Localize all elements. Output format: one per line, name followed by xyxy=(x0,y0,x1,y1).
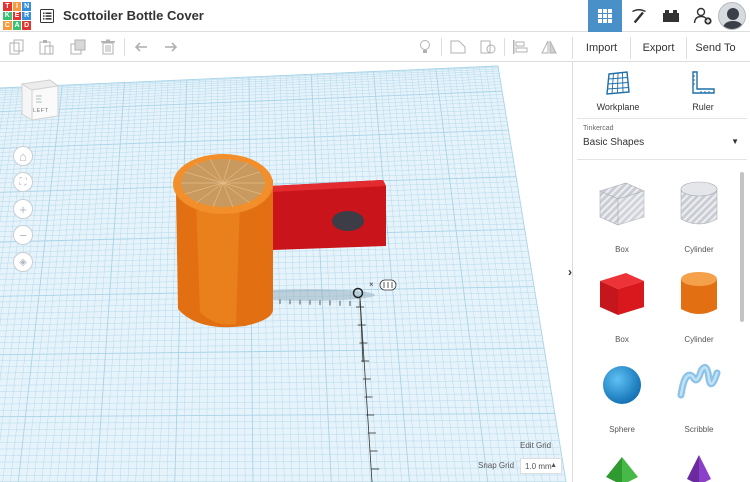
shape-label: Box xyxy=(615,335,629,344)
shape-label: Cylinder xyxy=(684,335,714,344)
workplane-label: Workplane xyxy=(596,102,640,112)
user-avatar[interactable] xyxy=(718,2,746,30)
view-3d-design-button[interactable] xyxy=(588,0,622,32)
roof-icon xyxy=(606,457,638,482)
copy-icon[interactable] xyxy=(9,39,25,55)
library-category: Tinkercad xyxy=(583,125,614,132)
avatar-icon xyxy=(719,3,745,29)
close-x-icon[interactable]: × xyxy=(369,280,374,289)
workplane-icon xyxy=(606,71,630,95)
workplane-grid[interactable]: × xyxy=(0,62,572,482)
perspective-button[interactable]: ◈ xyxy=(13,252,33,272)
top-bar: T I N K E R C A D Scottoiler Bottle Cove… xyxy=(0,0,750,32)
view-cube-icon xyxy=(20,79,60,121)
toolbar-divider xyxy=(504,38,505,56)
shape-cylinder-hole[interactable]: Cylinder xyxy=(659,175,739,261)
add-user-button[interactable] xyxy=(686,0,720,32)
library-name: Basic Shapes xyxy=(583,137,645,148)
shape-label: Cylinder xyxy=(684,245,714,254)
logo-letter: C xyxy=(3,21,12,30)
shape-label: Box xyxy=(615,245,629,254)
add-user-icon xyxy=(693,7,712,25)
fit-icon: ⛶ xyxy=(19,176,27,188)
pickaxe-icon xyxy=(632,9,646,24)
ruler-tool-button[interactable]: Ruler xyxy=(668,70,738,114)
caret-up-icon: ▲ xyxy=(550,462,557,469)
view-blocks-button[interactable] xyxy=(622,0,656,32)
perspective-icon: ◈ xyxy=(19,256,27,268)
lightbulb-icon[interactable] xyxy=(417,39,433,55)
snap-grid-value: 1.0 mm xyxy=(525,461,552,471)
view-cube-label: LEFT xyxy=(33,108,49,114)
mirror-icon[interactable] xyxy=(541,39,557,55)
workplane-viewport[interactable]: × LEFT ⌂ ⛶ + − ◈ Edit Grid Snap Grid 1.0… xyxy=(0,62,572,482)
zoom-in-button[interactable]: + xyxy=(13,199,33,219)
undo-icon[interactable] xyxy=(134,39,150,55)
shape-cylinder[interactable]: Cylinder xyxy=(659,265,739,351)
view-cube[interactable]: LEFT xyxy=(20,78,60,122)
hole-outline-icon[interactable] xyxy=(480,39,496,55)
shape-library-select[interactable]: Tinkercad Basic Shapes ▼ xyxy=(577,118,747,160)
document-title[interactable]: Scottoiler Bottle Cover xyxy=(63,8,204,23)
snap-grid-label: Snap Grid xyxy=(478,461,515,470)
shape-roof[interactable] xyxy=(582,445,662,482)
shape-cone[interactable] xyxy=(659,445,739,482)
shape-box[interactable]: Box xyxy=(582,265,662,351)
delete-icon[interactable] xyxy=(100,39,116,55)
shape-label: Sphere xyxy=(609,425,635,434)
logo-letter: I xyxy=(12,2,22,11)
plus-icon: + xyxy=(19,201,27,217)
toolbar-divider xyxy=(124,38,125,56)
send-to-button[interactable]: Send To xyxy=(686,37,744,59)
dropdown-arrow-icon: ▼ xyxy=(731,137,739,146)
cylinder-icon xyxy=(681,272,717,314)
duplicate-icon[interactable] xyxy=(70,39,86,55)
logo-letter: E xyxy=(12,11,22,21)
zoom-out-button[interactable]: − xyxy=(13,225,33,245)
snap-grid-select[interactable]: 1.0 mm ▲ xyxy=(520,458,562,474)
shape-box-hole[interactable]: Box xyxy=(582,175,662,261)
panel-scrollbar[interactable] xyxy=(740,172,744,322)
align-icon[interactable] xyxy=(512,39,528,55)
logo-letter: N xyxy=(22,2,31,11)
view-bricks-button[interactable] xyxy=(654,0,688,32)
logo-letter: D xyxy=(22,21,31,30)
grid-icon xyxy=(598,9,612,23)
pyramid-icon xyxy=(687,455,711,482)
edit-grid-button[interactable]: Edit Grid xyxy=(520,441,551,450)
fit-view-button[interactable]: ⛶ xyxy=(13,172,33,192)
box-hole-icon xyxy=(599,182,645,226)
tinkercad-logo[interactable]: T I N K E R C A D xyxy=(3,2,31,30)
shapes-panel: Workplane Ruler Tinkercad Basic Shapes ▼… xyxy=(572,62,750,482)
shape-sphere[interactable]: Sphere xyxy=(582,355,662,441)
home-view-button[interactable]: ⌂ xyxy=(13,146,33,166)
redo-icon[interactable] xyxy=(162,39,178,55)
shape-outline-icon[interactable] xyxy=(450,39,466,55)
box-icon xyxy=(600,273,644,315)
cylinder-hole-icon xyxy=(680,181,718,225)
home-icon: ⌂ xyxy=(19,148,27,164)
logo-letter: R xyxy=(22,11,31,21)
logo-letter: K xyxy=(3,11,12,21)
paste-icon[interactable] xyxy=(38,39,54,55)
ruler-icon xyxy=(692,71,715,94)
shape-scribble[interactable]: Scribble xyxy=(659,355,739,441)
logo-letter: T xyxy=(3,2,12,11)
toolbar-divider xyxy=(441,38,442,56)
edit-toolbar: Import Export Send To xyxy=(0,32,750,62)
scribble-icon xyxy=(677,363,721,399)
ruler-label: Ruler xyxy=(692,102,714,112)
orange-cylinder-shape[interactable] xyxy=(173,154,273,328)
import-button[interactable]: Import xyxy=(572,37,630,59)
logo-letter: A xyxy=(12,21,22,30)
red-box-shape[interactable] xyxy=(270,180,386,250)
minus-icon: − xyxy=(19,227,27,243)
box-hole xyxy=(332,211,364,231)
list-menu-icon[interactable] xyxy=(40,9,54,23)
workplane-tool-button[interactable]: Workplane xyxy=(583,70,653,114)
shape-label: Scribble xyxy=(684,425,714,434)
export-button[interactable]: Export xyxy=(630,37,686,59)
sphere-icon xyxy=(603,366,641,404)
brick-icon xyxy=(663,10,679,22)
